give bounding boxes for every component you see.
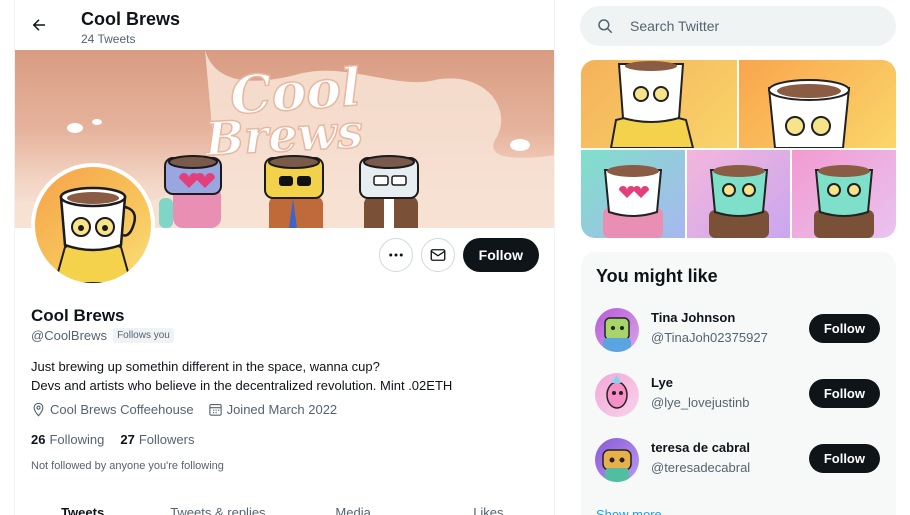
media-image — [609, 61, 695, 148]
following-link[interactable]: 26 Following — [31, 432, 104, 447]
suggested-user[interactable]: Lye @lye_lovejustinb Follow — [581, 365, 896, 425]
suggested-user[interactable]: Tina Johnson @TinaJoh02375927 Follow — [581, 300, 896, 360]
show-more-link[interactable]: Show more — [596, 507, 662, 515]
followers-link[interactable]: 27 Followers — [120, 432, 194, 447]
media-thumbnail[interactable] — [687, 150, 790, 238]
profile-tabs: Tweets Tweets & replies Media Likes — [15, 505, 554, 515]
location-pin-icon — [33, 402, 44, 417]
back-arrow-icon — [32, 19, 45, 31]
profile-handle: @CoolBrews — [31, 328, 108, 343]
following-count: 26 — [31, 432, 46, 447]
join-date-text: Joined March 2022 — [226, 402, 338, 417]
bio-line: Devs and artists who believe in the dece… — [31, 378, 453, 393]
message-button[interactable] — [420, 238, 455, 272]
search-input[interactable] — [630, 18, 870, 34]
follow-stats: 26 Following 27 Followers — [31, 432, 194, 447]
page-title: Cool Brews — [81, 9, 181, 29]
back-button[interactable] — [23, 9, 55, 41]
profile-meta: Cool Brews Coffeehouse Joined March 2022 — [31, 402, 337, 417]
profile-column: Cool Brews 24 Tweets Cool Brews Follow C… — [14, 0, 555, 515]
more-dots-icon — [388, 253, 403, 257]
profile-actions: Follow — [378, 238, 539, 272]
tweet-count: 24 Tweets — [81, 32, 136, 46]
user-name: Tina Johnson — [651, 310, 736, 325]
following-label: Following — [49, 432, 105, 447]
more-button[interactable] — [378, 238, 413, 272]
calendar-icon — [208, 403, 222, 416]
location: Cool Brews Coffeehouse — [31, 402, 194, 417]
followers-label: Followers — [138, 432, 195, 447]
join-date: Joined March 2022 — [208, 402, 338, 417]
coffee-mug-avatar-icon — [53, 186, 137, 283]
envelope-icon — [430, 249, 446, 261]
follows-you-badge: Follows you — [113, 328, 174, 343]
user-handle: @lye_lovejustinb — [651, 395, 750, 410]
profile-bio: Just brewing up somethin different in th… — [31, 357, 541, 395]
panel-title: You might like — [596, 266, 718, 286]
media-thumbnail[interactable] — [581, 60, 737, 148]
not-followed-note: Not followed by anyone you're following — [31, 460, 224, 472]
search-box[interactable] — [580, 6, 896, 46]
suggested-user[interactable]: teresa de cabral @teresadecabral Follow — [581, 430, 896, 490]
tab-tweets-replies[interactable]: Tweets & replies — [150, 505, 285, 515]
bio-line: Just brewing up somethin different in th… — [31, 359, 380, 374]
user-handle: @TinaJoh02375927 — [651, 330, 768, 345]
profile-name: Cool Brews — [31, 306, 125, 325]
who-to-follow-panel: You might like Tina Johnson @TinaJoh0237… — [581, 252, 896, 515]
media-image — [767, 79, 851, 148]
follow-button[interactable]: Follow — [808, 379, 880, 408]
avatar-image — [603, 317, 631, 352]
avatar-image — [602, 449, 632, 482]
followers-count: 27 — [120, 432, 135, 447]
media-thumbnail[interactable] — [581, 150, 685, 238]
media-image — [709, 165, 769, 238]
follow-button[interactable]: Follow — [462, 238, 539, 272]
user-handle: @teresadecabral — [651, 460, 751, 475]
location-text: Cool Brews Coffeehouse — [50, 402, 194, 417]
follow-button[interactable]: Follow — [808, 314, 880, 343]
user-name: teresa de cabral — [651, 440, 751, 455]
media-thumbnail[interactable] — [792, 150, 896, 238]
tab-media[interactable]: Media — [286, 505, 421, 515]
user-avatar[interactable] — [595, 308, 639, 352]
user-name: Lye — [651, 375, 673, 390]
tab-likes[interactable]: Likes — [421, 505, 554, 515]
user-avatar[interactable] — [595, 373, 639, 417]
profile-avatar[interactable] — [31, 163, 155, 287]
tab-tweets[interactable]: Tweets — [15, 505, 150, 515]
follow-button[interactable]: Follow — [808, 444, 880, 473]
media-image — [814, 165, 874, 238]
search-icon — [598, 19, 613, 34]
media-gallery — [581, 60, 896, 238]
media-thumbnail[interactable] — [739, 60, 896, 148]
user-avatar[interactable] — [595, 438, 639, 482]
handle-row: @CoolBrews Follows you — [31, 328, 174, 343]
avatar-image — [606, 375, 628, 409]
media-image — [603, 165, 663, 238]
profile-header: Cool Brews 24 Tweets — [15, 0, 554, 50]
